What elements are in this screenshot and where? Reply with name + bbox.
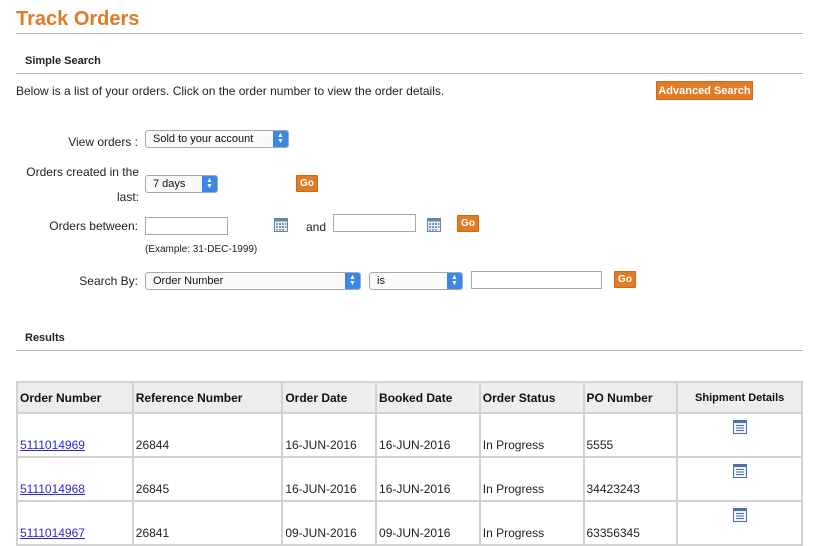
status-cell: In Progress — [478, 500, 585, 546]
search-by-value: Order Number — [153, 275, 224, 287]
view-orders-select[interactable]: Sold to your account ▲ ▼ — [145, 130, 289, 148]
select-arrows-icon: ▲ ▼ — [273, 131, 288, 147]
booked-date-cell: 16-JUN-2016 — [375, 412, 481, 458]
results-divider — [16, 350, 803, 351]
table-header-row: Order Number Reference Number Order Date… — [16, 381, 803, 414]
advanced-search-button[interactable]: Advanced Search — [656, 81, 753, 100]
created-last-value: 7 days — [153, 178, 186, 190]
column-header: Order Status — [478, 381, 585, 414]
shipment-details-cell — [676, 412, 803, 458]
order-number-link[interactable]: 5111014967 — [20, 526, 85, 540]
calendar-icon[interactable] — [427, 218, 441, 232]
status-cell: In Progress — [478, 412, 585, 458]
search-by-label: Search By: — [79, 274, 138, 288]
intro-text: Below is a list of your orders. Click on… — [16, 84, 445, 98]
start-date-input[interactable] — [145, 217, 228, 235]
reference-cell: 26844 — [131, 412, 284, 458]
status-cell: In Progress — [478, 456, 585, 502]
shipment-details-icon[interactable] — [732, 508, 747, 522]
simple-search-divider — [16, 73, 803, 74]
po-cell: 34423243 — [582, 456, 679, 502]
column-header: Reference Number — [131, 381, 284, 414]
column-header: PO Number — [582, 381, 679, 414]
results-heading: Results — [25, 332, 65, 344]
column-header: Shipment Details — [676, 381, 803, 414]
search-value-input[interactable] — [471, 271, 602, 289]
column-header: Booked Date — [375, 381, 481, 414]
results-table: Order Number Reference Number Order Date… — [16, 381, 803, 546]
view-orders-value: Sold to your account — [153, 133, 254, 145]
search-by-select[interactable]: Order Number ▲ ▼ — [145, 272, 361, 290]
column-header: Order Date — [281, 381, 378, 414]
select-arrows-icon: ▲ ▼ — [202, 176, 217, 192]
simple-search-heading: Simple Search — [25, 55, 101, 67]
between-label: Orders between: — [49, 219, 138, 233]
view-orders-label: View orders : — [68, 135, 138, 149]
date-example-hint: (Example: 31-DEC-1999) — [145, 244, 258, 255]
select-arrows-icon: ▲ ▼ — [447, 273, 462, 289]
table-row: 5111014969 26844 16-JUN-2016 16-JUN-2016… — [16, 412, 803, 458]
order-date-cell: 16-JUN-2016 — [281, 456, 378, 502]
operator-value: is — [377, 275, 385, 287]
order-date-cell: 16-JUN-2016 — [281, 412, 378, 458]
go-button-created[interactable]: Go — [296, 175, 318, 192]
shipment-details-cell — [676, 456, 803, 502]
shipment-details-icon[interactable] — [732, 464, 747, 478]
po-cell: 63356345 — [582, 500, 679, 546]
and-label: and — [306, 220, 327, 234]
select-arrows-icon: ▲ ▼ — [345, 273, 360, 289]
shipment-details-cell — [676, 500, 803, 546]
po-cell: 5555 — [582, 412, 679, 458]
booked-date-cell: 09-JUN-2016 — [375, 500, 481, 546]
order-number-link[interactable]: 5111014969 — [20, 438, 85, 452]
title-divider — [16, 33, 803, 34]
table-row: 5111014968 26845 16-JUN-2016 16-JUN-2016… — [16, 456, 803, 502]
shipment-details-icon[interactable] — [732, 420, 747, 434]
table-row: 5111014967 26841 09-JUN-2016 09-JUN-2016… — [16, 500, 803, 546]
reference-cell: 26841 — [131, 500, 284, 546]
created-last-select[interactable]: 7 days ▲ ▼ — [145, 175, 218, 193]
created-label-line1: Orders created in the — [26, 165, 139, 179]
created-label-line2: last: — [116, 190, 139, 204]
operator-select[interactable]: is ▲ ▼ — [369, 272, 463, 290]
column-header: Order Number — [16, 381, 134, 414]
booked-date-cell: 16-JUN-2016 — [375, 456, 481, 502]
order-date-cell: 09-JUN-2016 — [281, 500, 378, 546]
page-title: Track Orders — [16, 8, 140, 30]
order-number-link[interactable]: 5111014968 — [20, 482, 85, 496]
reference-cell: 26845 — [131, 456, 284, 502]
go-button-between[interactable]: Go — [457, 215, 479, 232]
end-date-input[interactable] — [333, 214, 416, 232]
go-button-search[interactable]: Go — [614, 271, 636, 288]
calendar-icon[interactable] — [274, 218, 288, 232]
